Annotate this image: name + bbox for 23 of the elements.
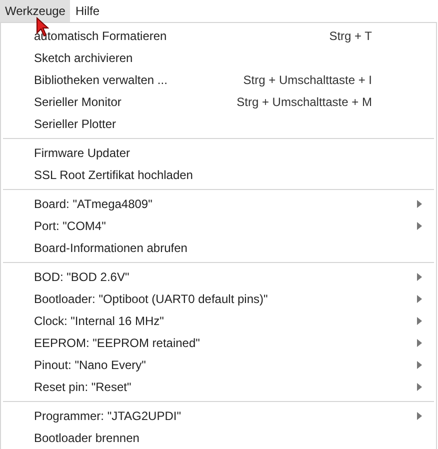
menu-item[interactable]: Reset pin: "Reset": [1, 376, 436, 398]
menu-item[interactable]: Clock: "Internal 16 MHz": [1, 310, 436, 332]
menu-item[interactable]: Bibliotheken verwalten ... Strg + Umschalttaste + I: [1, 69, 436, 91]
menu-item[interactable]: Sketch archivieren: [1, 47, 436, 69]
menu-item[interactable]: Port: "COM4": [1, 215, 436, 237]
menu-item[interactable]: EEPROM: "EEPROM retained": [1, 332, 436, 354]
menu-item[interactable]: SSL Root Zertifikat hochladen: [1, 164, 436, 186]
menu-item[interactable]: Board-Informationen abrufen: [1, 237, 436, 259]
menu-item[interactable]: Board: "ATmega4809": [1, 193, 436, 215]
menu-item[interactable]: Serieller Plotter: [1, 113, 436, 135]
menu-item[interactable]: Programmer: "JTAG2UPDI": [1, 405, 436, 427]
menu-item[interactable]: Bootloader brennen: [1, 427, 436, 449]
shortcut-label: Strg + Umschalttaste + M: [236, 94, 372, 111]
menu-item[interactable]: Serieller Monitor Strg + Umschalttaste + M: [1, 91, 436, 113]
menu-item[interactable]: BOD: "BOD 2.6V": [1, 266, 436, 288]
menu-item[interactable]: Bootloader: "Optiboot (UART0 default pins)": [1, 288, 436, 310]
menu-title[interactable]: Werkzeuge: [0, 0, 70, 22]
shortcut-label: Strg + T: [329, 28, 372, 45]
shortcut-label: Strg + Umschalttaste + I: [243, 72, 372, 89]
menu-item[interactable]: automatisch Formatieren Strg + T: [1, 25, 436, 47]
menu-title[interactable]: Hilfe: [70, 0, 104, 22]
menu-item[interactable]: Firmware Updater: [1, 142, 436, 164]
menu-item[interactable]: Pinout: "Nano Every": [1, 354, 436, 376]
